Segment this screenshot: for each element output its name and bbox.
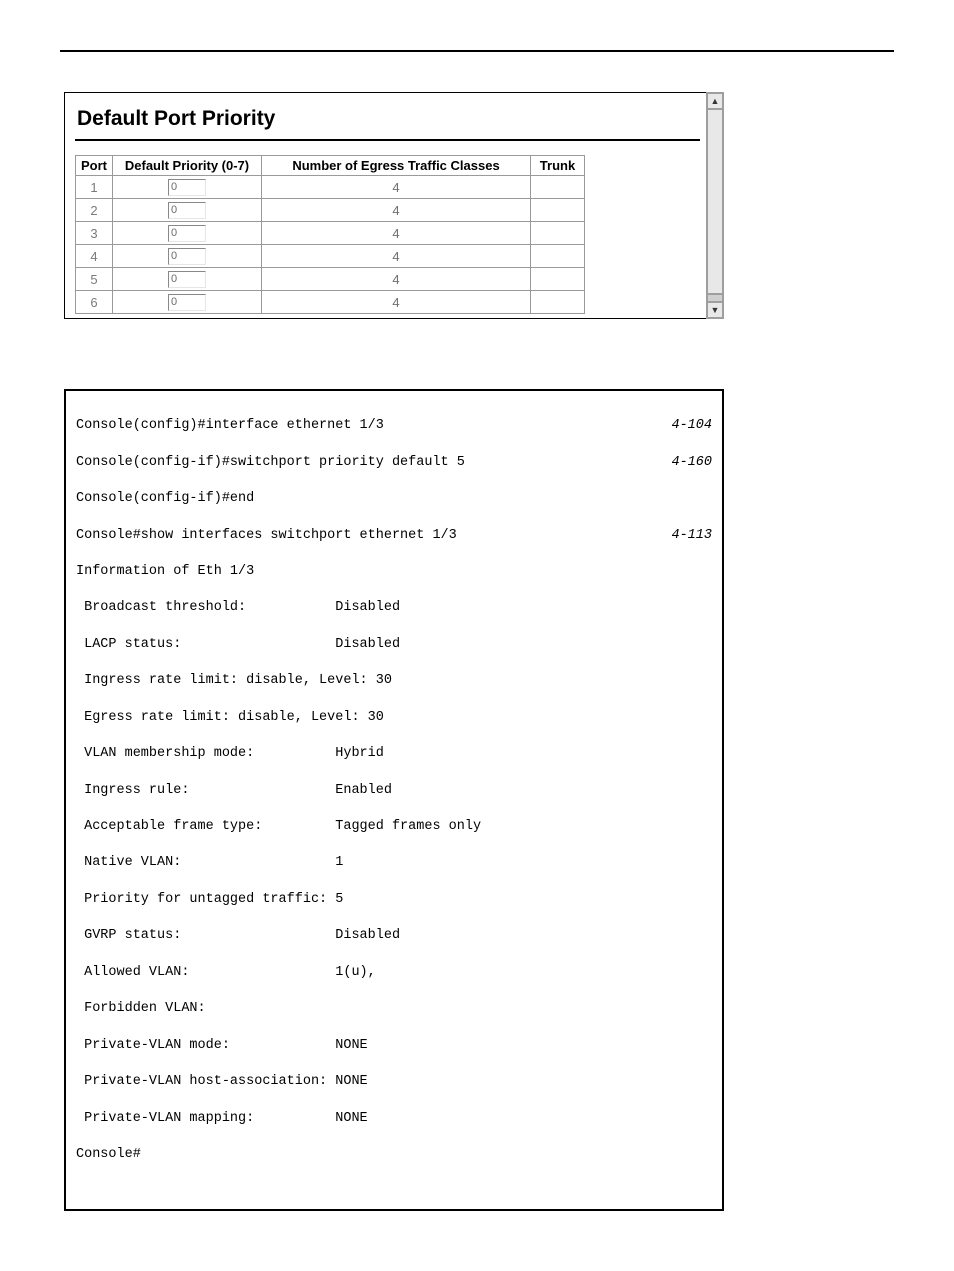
trunk-cell [531,245,585,268]
priority-cell: 0 [113,199,262,222]
cli-ref [700,599,712,617]
cli-ref [700,563,712,581]
port-cell: 1 [76,176,113,199]
cli-line: LACP status: Disabled [76,636,400,654]
trunk-cell [531,176,585,199]
cli-line: Ingress rule: Enabled [76,782,392,800]
port-cell: 3 [76,222,113,245]
cli-line: Broadcast threshold: Disabled [76,599,400,617]
cli-line: Console# [76,1146,141,1164]
priority-input[interactable]: 0 [168,225,206,242]
cli-line: Acceptable frame type: Tagged frames onl… [76,818,481,836]
cli-ref [700,854,712,872]
priority-table: Port Default Priority (0-7) Number of Eg… [75,155,585,314]
cli-line: Console(config-if)#switchport priority d… [76,454,465,472]
col-priority: Default Priority (0-7) [113,156,262,176]
cli-line: Private-VLAN mapping: NONE [76,1110,368,1128]
table-row: 2 0 4 [76,199,585,222]
cli-ref: 4-160 [659,454,712,472]
cli-output: Console(config)#interface ethernet 1/3 4-… [64,389,724,1211]
trunk-cell [531,199,585,222]
cli-ref [700,1073,712,1091]
page-header-rule [60,50,894,52]
port-cell: 5 [76,268,113,291]
cli-line: Console#show interfaces switchport ether… [76,527,457,545]
port-cell: 4 [76,245,113,268]
egress-cell: 4 [262,176,531,199]
cli-ref [700,1000,712,1018]
cli-ref: 4-104 [659,417,712,435]
cli-line: VLAN membership mode: Hybrid [76,745,384,763]
priority-input[interactable]: 0 [168,248,206,265]
cli-line: Forbidden VLAN: [76,1000,206,1018]
col-trunk: Trunk [531,156,585,176]
cli-line: Private-VLAN host-association: NONE [76,1073,368,1091]
trunk-cell [531,291,585,314]
col-egress: Number of Egress Traffic Classes [262,156,531,176]
cli-line: GVRP status: Disabled [76,927,400,945]
cli-line: Priority for untagged traffic: 5 [76,891,343,909]
panel-title: Default Port Priority [77,107,700,131]
cli-line: Private-VLAN mode: NONE [76,1037,368,1055]
cli-ref [700,709,712,727]
port-cell: 6 [76,291,113,314]
egress-cell: 4 [262,245,531,268]
priority-input[interactable]: 0 [168,202,206,219]
cli-ref [700,490,712,508]
trunk-cell [531,268,585,291]
cli-ref [700,672,712,690]
cli-line: Allowed VLAN: 1(u), [76,964,376,982]
default-port-priority-panel: Default Port Priority Port Default Prior… [64,92,724,319]
table-row: 6 0 4 [76,291,585,314]
cli-line: Egress rate limit: disable, Level: 30 [76,709,384,727]
egress-cell: 4 [262,291,531,314]
trunk-cell [531,222,585,245]
col-port: Port [76,156,113,176]
port-cell: 2 [76,199,113,222]
cli-line: Ingress rate limit: disable, Level: 30 [76,672,392,690]
cli-ref: 4-113 [659,527,712,545]
cli-ref [700,1146,712,1164]
cli-line: Native VLAN: 1 [76,854,343,872]
priority-cell: 0 [113,222,262,245]
cli-ref [700,1110,712,1128]
table-row: 4 0 4 [76,245,585,268]
panel-rule [75,139,700,141]
cli-ref [700,636,712,654]
table-row: 5 0 4 [76,268,585,291]
cli-ref [700,745,712,763]
scroll-track[interactable] [707,109,723,294]
egress-cell: 4 [262,268,531,291]
scroll-down-button[interactable]: ▼ [707,302,723,318]
cli-line: Information of Eth 1/3 [76,563,254,581]
cli-ref [700,964,712,982]
cli-line: Console(config)#interface ethernet 1/3 [76,417,384,435]
scroll-thumb[interactable] [707,294,723,302]
priority-cell: 0 [113,176,262,199]
cli-line: Console(config-if)#end [76,490,254,508]
priority-cell: 0 [113,291,262,314]
priority-input[interactable]: 0 [168,294,206,311]
vertical-scrollbar[interactable]: ▲ ▼ [706,92,724,319]
table-row: 3 0 4 [76,222,585,245]
cli-ref [700,1037,712,1055]
scroll-up-button[interactable]: ▲ [707,93,723,109]
priority-input[interactable]: 0 [168,179,206,196]
priority-input[interactable]: 0 [168,271,206,288]
priority-cell: 0 [113,245,262,268]
table-row: 1 0 4 [76,176,585,199]
cli-ref [700,927,712,945]
egress-cell: 4 [262,222,531,245]
priority-cell: 0 [113,268,262,291]
cli-ref [700,782,712,800]
cli-ref [700,818,712,836]
cli-ref [700,891,712,909]
egress-cell: 4 [262,199,531,222]
